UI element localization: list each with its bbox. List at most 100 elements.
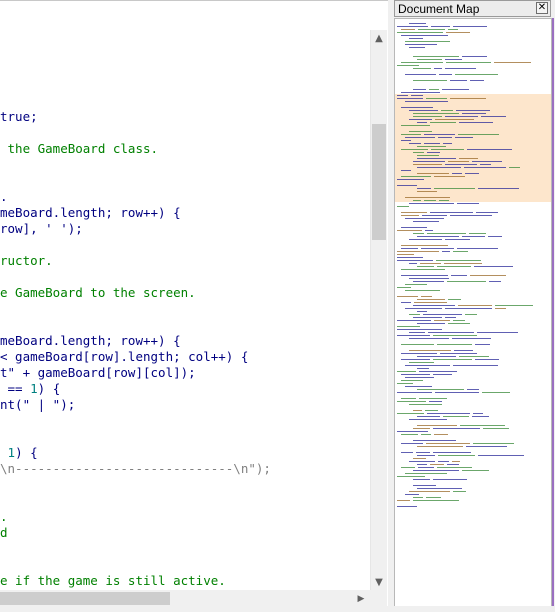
minimap-line (435, 119, 474, 120)
scroll-up-arrow-icon[interactable]: ▲ (371, 30, 387, 46)
minimap-line (421, 296, 432, 297)
minimap-line (421, 434, 431, 435)
minimap-line (409, 491, 450, 492)
minimap-line (413, 479, 430, 480)
minimap-line (401, 443, 423, 444)
minimap-line (413, 200, 421, 201)
minimap-line (413, 470, 459, 471)
close-icon[interactable]: ✕ (536, 2, 548, 14)
minimap-line (442, 251, 450, 252)
minimap-line (424, 143, 440, 144)
minimap-line (426, 98, 447, 99)
minimap-line (397, 383, 413, 384)
minimap-line (433, 374, 452, 375)
minimap-line (417, 59, 442, 60)
code-editor[interactable]: true; the GameBoard class.. meBoard.lengt… (0, 0, 388, 612)
minimap-line (478, 188, 519, 189)
minimap-line (417, 311, 427, 312)
minimap-line (489, 281, 501, 282)
minimap-line (417, 389, 464, 390)
minimap-line (397, 206, 409, 207)
horizontal-scroll-thumb[interactable] (0, 592, 170, 605)
minimap-line (397, 476, 425, 477)
minimap-line (413, 68, 431, 69)
minimap-line (430, 212, 473, 213)
scroll-down-arrow-icon[interactable]: ▼ (371, 574, 387, 590)
minimap-line (397, 257, 423, 258)
minimap-line (397, 296, 418, 297)
scroll-right-arrow-icon[interactable]: ▶ (354, 590, 368, 607)
code-line: row], ' '); (0, 221, 83, 237)
minimap-line (413, 428, 430, 429)
minimap-line (437, 467, 472, 468)
minimap-line (454, 350, 473, 351)
minimap-line (453, 320, 465, 321)
code-line: ructor. (0, 253, 53, 269)
minimap-line (425, 410, 438, 411)
vertical-scroll-thumb[interactable] (372, 124, 386, 240)
vertical-scrollbar[interactable]: ▲ ▼ (370, 30, 387, 590)
minimap-line (437, 266, 471, 267)
minimap-line (409, 362, 434, 363)
minimap-line (409, 119, 432, 120)
minimap-line (480, 164, 491, 165)
minimap-line (413, 116, 442, 117)
minimap-line (405, 308, 442, 309)
minimap-line (397, 251, 439, 252)
minimap-line (434, 68, 442, 69)
minimap-line (411, 95, 423, 96)
document-map-preview[interactable] (394, 18, 552, 608)
minimap-line (413, 317, 442, 318)
code-token: 1 (30, 381, 38, 396)
minimap-line (413, 233, 424, 234)
code-line: 1) { (0, 445, 38, 461)
code-token: e GameBoard to the screen. (0, 285, 196, 300)
minimap-line (473, 413, 483, 414)
minimap-line (413, 161, 445, 162)
minimap-line (405, 44, 437, 45)
minimap-line (401, 245, 448, 246)
minimap-line (450, 98, 486, 99)
code-area[interactable]: true; the GameBoard class.. meBoard.lengt… (0, 1, 370, 590)
minimap-line (420, 263, 441, 264)
document-map-panel: Document Map ✕ (394, 0, 555, 612)
code-token: < gameBoard[row].length; col++) { (0, 349, 249, 364)
document-map-title: Document Map (398, 2, 480, 16)
minimap-line (464, 167, 506, 168)
minimap-line (456, 110, 490, 111)
minimap-line (409, 461, 435, 462)
code-line: e GameBoard to the screen. (0, 285, 196, 301)
minimap-line (439, 200, 449, 201)
minimap-line (431, 149, 464, 150)
minimap-line (417, 416, 440, 417)
minimap-line (397, 506, 417, 507)
minimap-line (401, 452, 413, 453)
minimap-line (445, 59, 462, 60)
minimap-line (401, 212, 427, 213)
minimap-line (421, 248, 454, 249)
minimap-line (445, 317, 456, 318)
horizontal-scrollbar[interactable]: ▶ (0, 590, 370, 607)
minimap-line (445, 239, 470, 240)
minimap-line (430, 122, 456, 123)
minimap-line (434, 320, 450, 321)
minimap-line (462, 470, 489, 471)
minimap-line (473, 443, 514, 444)
minimap-line (417, 155, 439, 156)
minimap-line (459, 356, 489, 357)
minimap-line (405, 197, 450, 198)
minimap-line (405, 386, 432, 387)
minimap-line (409, 350, 451, 351)
code-token: 1 (7, 445, 16, 460)
minimap-line (401, 92, 440, 93)
minimap-line (437, 344, 472, 345)
minimap-line (452, 338, 491, 339)
code-token: meBoard.length; row++) { (0, 333, 181, 348)
minimap-line (417, 464, 427, 465)
minimap-line (413, 305, 455, 306)
minimap-line (467, 149, 512, 150)
minimap-line (488, 236, 502, 237)
minimap-line (418, 467, 434, 468)
minimap-line (397, 32, 443, 33)
minimap-line (401, 302, 411, 303)
